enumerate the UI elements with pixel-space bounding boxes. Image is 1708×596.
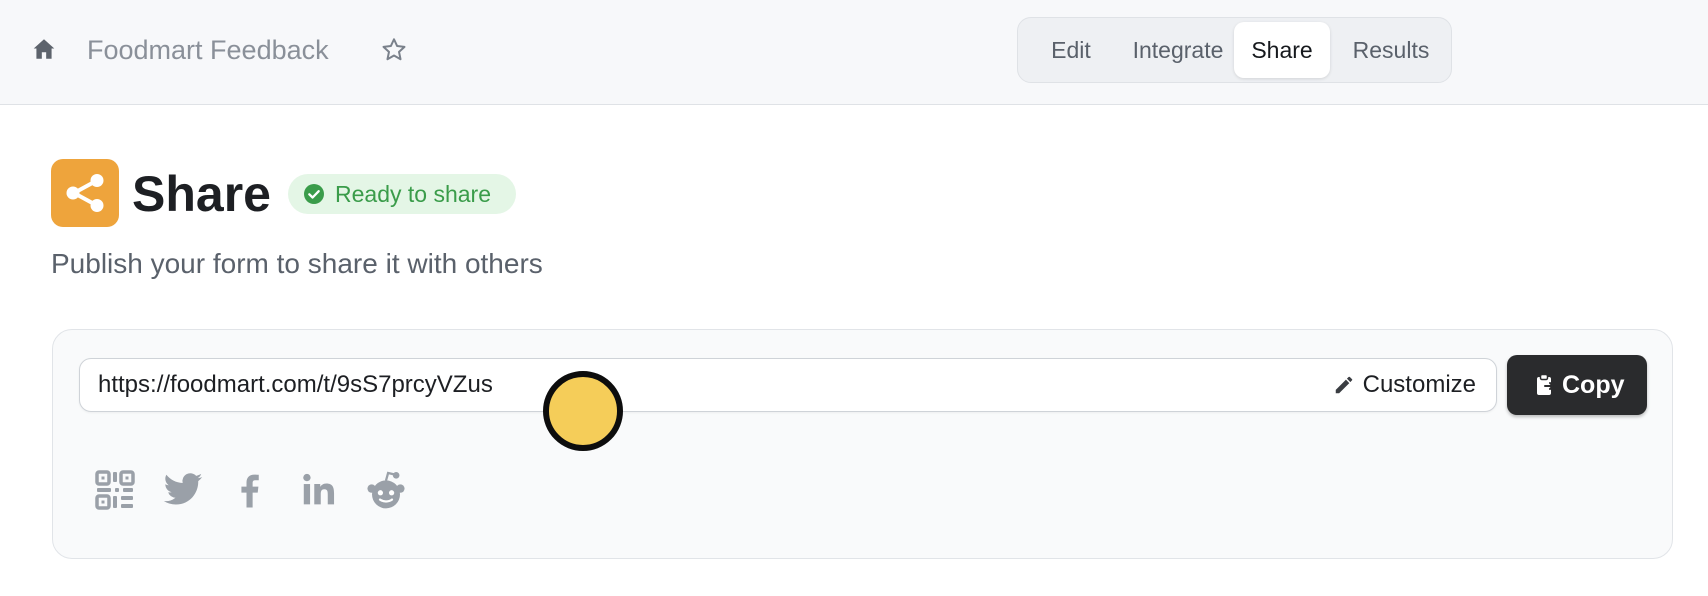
copy-button[interactable]: Copy [1507, 355, 1647, 415]
status-badge: Ready to share [288, 174, 516, 214]
reddit-icon[interactable] [365, 469, 407, 511]
qr-code-icon[interactable] [94, 469, 136, 511]
top-bar: Foodmart Feedback Edit Integrate Share R… [0, 0, 1708, 105]
facebook-icon[interactable] [229, 469, 271, 511]
clipboard-icon [1537, 373, 1554, 395]
tab-edit[interactable]: Edit [1030, 22, 1112, 78]
linkedin-icon[interactable] [298, 469, 340, 511]
copy-label: Copy [1562, 371, 1625, 399]
check-circle-icon [304, 184, 324, 204]
customize-button[interactable]: Customize [1335, 359, 1476, 411]
tab-integrate[interactable]: Integrate [1116, 22, 1240, 78]
tab-results[interactable]: Results [1336, 22, 1446, 78]
pencil-icon [1335, 376, 1352, 394]
cursor-indicator [543, 371, 623, 451]
page-subtitle: Publish your form to share it with other… [51, 248, 543, 279]
share-url-field[interactable]: https://foodmart.com/t/9sS7prcyVZus Cust… [79, 358, 1497, 412]
home-icon[interactable] [31, 36, 57, 62]
status-text: Ready to share [335, 181, 491, 207]
customize-label: Customize [1362, 371, 1476, 398]
twitter-icon[interactable] [162, 469, 204, 511]
page-title: Share [132, 166, 271, 222]
share-url[interactable]: https://foodmart.com/t/9sS7prcyVZus [98, 359, 493, 411]
tab-share[interactable]: Share [1234, 22, 1330, 78]
star-icon[interactable] [380, 36, 408, 64]
share-icon [51, 159, 119, 227]
view-tabs: Edit Integrate Share Results [1017, 17, 1452, 83]
form-title: Foodmart Feedback [87, 35, 329, 65]
